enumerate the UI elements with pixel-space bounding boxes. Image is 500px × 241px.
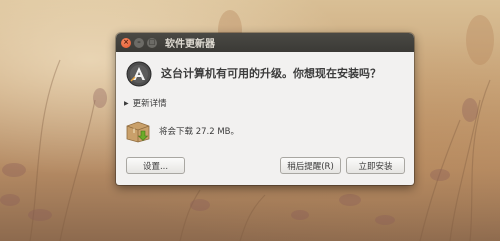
titlebar: × – □ 软件更新器 xyxy=(116,33,414,52)
close-icon[interactable]: × xyxy=(121,37,131,48)
update-details-expander[interactable]: ▶ 更新详情 xyxy=(124,97,167,109)
minimize-icon[interactable]: – xyxy=(134,37,144,48)
package-download-icon xyxy=(126,121,150,143)
software-updater-icon xyxy=(126,61,152,87)
disclosure-triangle-icon: ▶ xyxy=(124,99,129,107)
dialog-headline: 这台计算机有可用的升级。你想现在安装吗？ xyxy=(161,67,381,80)
install-now-button[interactable]: 立即安装 xyxy=(346,157,405,174)
maximize-icon[interactable]: □ xyxy=(147,37,157,48)
details-label: 更新详情 xyxy=(132,99,167,109)
remind-later-button[interactable]: 稍后提醒(R) xyxy=(280,157,341,174)
window-title: 软件更新器 xyxy=(165,39,215,50)
download-size-text: 将会下载 27.2 MB。 xyxy=(159,127,239,137)
settings-button[interactable]: 设置... xyxy=(126,157,185,174)
software-updater-dialog: × – □ 软件更新器 这台计算机有可用的升级。你想现在安装吗？ ▶ 更新详情 … xyxy=(116,33,414,185)
